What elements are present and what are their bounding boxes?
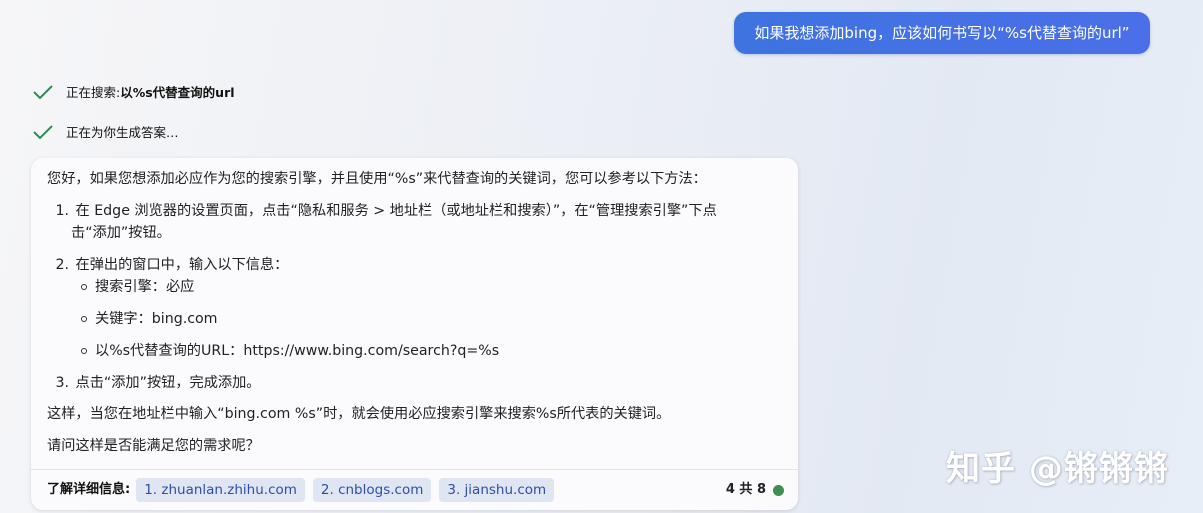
step-number: 1. xyxy=(55,203,69,219)
status-prefix: 正在搜索: xyxy=(66,85,121,100)
checkmark-icon xyxy=(33,84,53,99)
answer-question: 请问这样是否能满足您的需求呢？ xyxy=(47,438,260,454)
step-2: 2. 在弹出的窗口中，输入以下信息： xyxy=(47,254,288,276)
list-item-text: 以%s代替查询的URL：https://www.bing.com/search?… xyxy=(95,343,500,359)
step-text: 点击“添加”按钮，完成添加。 xyxy=(75,375,261,391)
step-text: 在弹出的窗口中，输入以下信息： xyxy=(75,257,289,273)
source-link-3[interactable]: 3. jianshu.com xyxy=(439,478,555,502)
step-1-continuation: 击“添加”按钮。 xyxy=(71,225,171,241)
step-number: 3. xyxy=(55,375,69,391)
step-text: 在 Edge 浏览器的设置页面，点击“隐私和服务 > 地址栏（或地址栏和搜索）”… xyxy=(75,203,717,219)
watermark: 知乎 @锵锵锵 xyxy=(946,449,1169,489)
step-1: 1. 在 Edge 浏览器的设置页面，点击“隐私和服务 > 地址栏（或地址栏和搜… xyxy=(47,200,717,222)
list-item-text: 搜索引擎：必应 xyxy=(95,279,195,295)
step-number: 2. xyxy=(55,257,69,273)
user-message-text: 如果我想添加bing，应该如何书写以“%s代替查询的url” xyxy=(754,24,1130,42)
status-dot-icon xyxy=(773,484,784,496)
learn-more-footer: 了解详细信息: 1. zhuanlan.zhihu.com 2. cnblogs… xyxy=(31,469,798,510)
status-query: 以%s代替查询的url xyxy=(120,85,235,100)
checkmark-icon xyxy=(33,124,53,139)
user-message-bubble: 如果我想添加bing，应该如何书写以“%s代替查询的url” xyxy=(734,12,1150,54)
status-text: 正在为你生成答案… xyxy=(66,125,179,140)
source-link-2[interactable]: 2. cnblogs.com xyxy=(312,478,432,502)
answer-card: 您好，如果您想添加必应作为您的搜索引擎，并且使用“%s”来代替查询的关键词，您可… xyxy=(31,158,798,510)
answer-intro: 您好，如果您想添加必应作为您的搜索引擎，并且使用“%s”来代替查询的关键词，您可… xyxy=(47,171,707,187)
list-item-text: 关键字：bing.com xyxy=(95,311,218,327)
status-searching: 正在搜索: 以%s代替查询的url xyxy=(32,82,235,101)
turn-counter: 4 共 8 xyxy=(725,482,766,497)
status-generating: 正在为你生成答案… xyxy=(32,122,179,141)
learn-more-label: 了解详细信息: xyxy=(47,482,131,497)
answer-conclusion: 这样，当您在地址栏中输入“bing.com %s”时，就会使用必应搜索引擎来搜索… xyxy=(47,406,671,422)
step-3: 3. 点击“添加”按钮，完成添加。 xyxy=(47,372,260,394)
source-link-1[interactable]: 1. zhuanlan.zhihu.com xyxy=(136,478,305,502)
